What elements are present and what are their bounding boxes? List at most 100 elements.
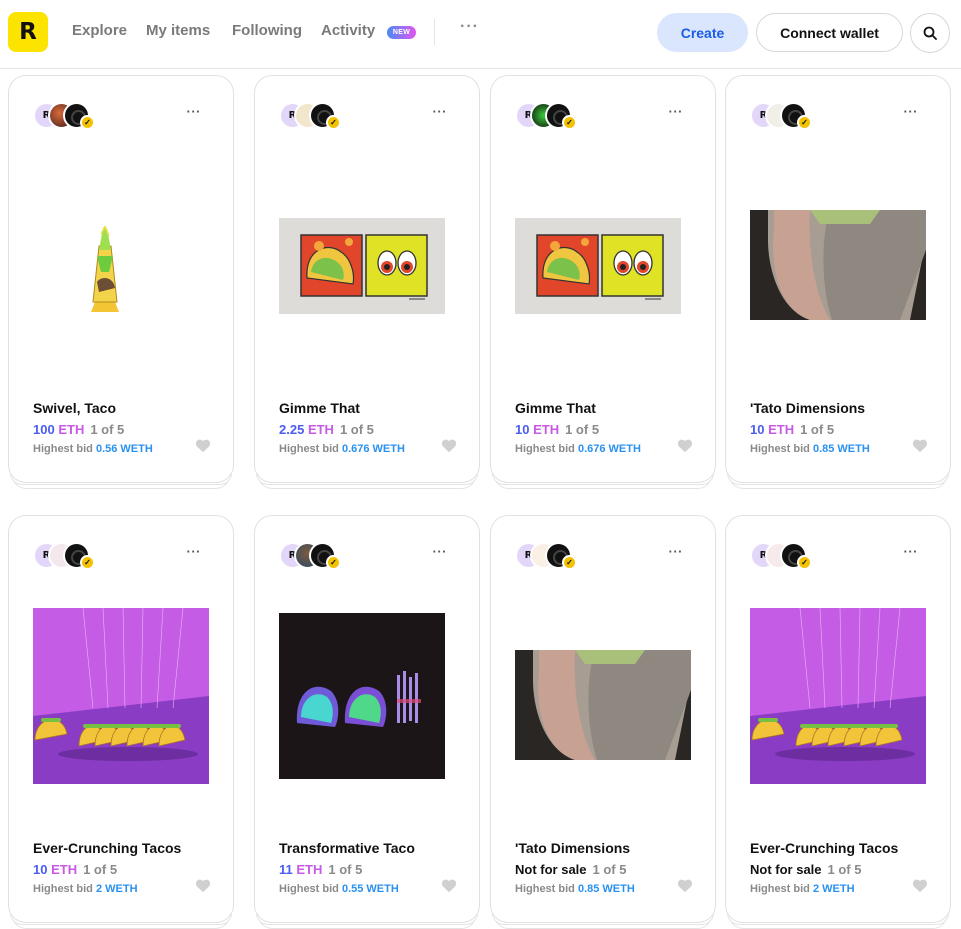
creator-avatars: R ✓ — [515, 542, 615, 570]
more-menu-icon[interactable]: ··· — [460, 18, 479, 36]
bid-value: 0.676 WETH — [341, 443, 405, 455]
price-value: 10 — [33, 862, 48, 877]
edition-count: 1 of 5 — [328, 862, 363, 877]
card-more-menu-icon[interactable]: ··· — [187, 544, 202, 559]
price-unit: ETH — [296, 862, 323, 877]
card-more-menu-icon[interactable]: ··· — [433, 104, 448, 119]
like-heart-icon[interactable] — [441, 878, 457, 893]
card-more-menu-icon[interactable]: ··· — [904, 544, 919, 559]
nft-card-body[interactable]: R ✓ ··· Ever-Crunching Tacos Not for sal… — [725, 515, 951, 923]
nft-thumbnail[interactable] — [279, 613, 445, 779]
nft-thumbnail[interactable] — [279, 218, 445, 314]
creator-avatars: R ✓ — [515, 102, 615, 130]
bid-label: Highest bid — [279, 443, 339, 455]
search-icon — [923, 26, 937, 40]
verified-check-icon: ✓ — [562, 555, 577, 570]
nav-activity[interactable]: Activity — [321, 22, 375, 39]
like-heart-icon[interactable] — [441, 438, 457, 453]
nft-card-body[interactable]: R ✓ ··· Swivel, Taco 100 ETH 1 of 5 Highe… — [8, 75, 234, 483]
bid-value: 2 WETH — [95, 883, 138, 895]
price-unit: ETH — [533, 422, 560, 437]
nft-card-body[interactable]: R ✓ ··· 'Tato Dimensions 10 ETH 1 of 5 Hi… — [725, 75, 951, 483]
nft-card[interactable]: R ✓ ··· Gimme That 10 ETH 1 of 5 Highest … — [490, 75, 716, 489]
like-heart-icon[interactable] — [912, 438, 928, 453]
bid-value: 0.55 WETH — [341, 883, 399, 895]
nav-divider — [434, 19, 435, 45]
nft-card-body[interactable]: R ✓ ··· 'Tato Dimensions Not for sale 1 o… — [490, 515, 716, 923]
nft-thumbnail[interactable] — [750, 608, 926, 784]
rarible-logo[interactable]: R — [8, 12, 48, 52]
like-heart-icon[interactable] — [677, 438, 693, 453]
card-more-menu-icon[interactable]: ··· — [669, 544, 684, 559]
price-unit: ETH — [768, 422, 795, 437]
search-button[interactable] — [910, 13, 950, 53]
nav-explore[interactable]: Explore — [72, 22, 127, 39]
creator-avatars: R ✓ — [33, 542, 133, 570]
like-heart-icon[interactable] — [195, 438, 211, 453]
card-more-menu-icon[interactable]: ··· — [433, 544, 448, 559]
creator-avatars: R ✓ — [279, 102, 379, 130]
nft-card[interactable]: R ✓ ··· Ever-Crunching Tacos 10 ETH 1 of … — [8, 515, 234, 929]
nft-card[interactable]: R ✓ ··· Swivel, Taco 100 ETH 1 of 5 Highe… — [8, 75, 234, 489]
nft-title[interactable]: Ever-Crunching Tacos — [33, 840, 181, 856]
bid-row: Highest bid 2 WETH — [750, 883, 855, 895]
bid-value: 0.56 WETH — [95, 443, 153, 455]
edition-count: 1 of 5 — [800, 422, 835, 437]
card-more-menu-icon[interactable]: ··· — [904, 104, 919, 119]
nft-title[interactable]: Ever-Crunching Tacos — [750, 840, 898, 856]
nft-card[interactable]: R ✓ ··· 'Tato Dimensions Not for sale 1 o… — [490, 515, 716, 929]
nft-thumbnail[interactable] — [515, 650, 691, 760]
bid-row: Highest bid 2 WETH — [33, 883, 138, 895]
nft-card-body[interactable]: R ✓ ··· Ever-Crunching Tacos 10 ETH 1 of … — [8, 515, 234, 923]
logo-letter: R — [19, 18, 37, 45]
verified-check-icon: ✓ — [326, 555, 341, 570]
price-row: 10 ETH 1 of 5 — [33, 862, 117, 877]
nft-thumbnail[interactable] — [33, 608, 209, 784]
nft-card[interactable]: R ✓ ··· Transformative Taco 11 ETH 1 of 5… — [254, 515, 480, 929]
nft-card-body[interactable]: R ✓ ··· Transformative Taco 11 ETH 1 of 5… — [254, 515, 480, 923]
like-heart-icon[interactable] — [195, 878, 211, 893]
verified-check-icon: ✓ — [562, 115, 577, 130]
price-row: 2.25 ETH 1 of 5 — [279, 422, 374, 437]
nft-title[interactable]: 'Tato Dimensions — [750, 400, 865, 416]
verified-check-icon: ✓ — [80, 115, 95, 130]
bid-label: Highest bid — [33, 443, 93, 455]
create-button[interactable]: Create — [657, 13, 748, 52]
nft-title[interactable]: Swivel, Taco — [33, 400, 116, 416]
nft-title[interactable]: 'Tato Dimensions — [515, 840, 630, 856]
nft-card[interactable]: R ✓ ··· Ever-Crunching Tacos Not for sal… — [725, 515, 951, 929]
edition-count: 1 of 5 — [90, 422, 125, 437]
nft-title[interactable]: Gimme That — [515, 400, 596, 416]
not-for-sale-label: Not for sale — [515, 862, 587, 877]
card-more-menu-icon[interactable]: ··· — [187, 104, 202, 119]
nft-thumbnail[interactable] — [750, 210, 926, 320]
nft-title[interactable]: Transformative Taco — [279, 840, 415, 856]
bid-row: Highest bid 0.56 WETH — [33, 443, 153, 455]
bid-value: 0.85 WETH — [577, 883, 635, 895]
price-row: Not for sale 1 of 5 — [515, 862, 626, 877]
price-unit: ETH — [58, 422, 85, 437]
nft-card-body[interactable]: R ✓ ··· Gimme That 10 ETH 1 of 5 Highest … — [490, 75, 716, 483]
bid-row: Highest bid 0.85 WETH — [515, 883, 635, 895]
edition-count: 1 of 5 — [565, 422, 600, 437]
like-heart-icon[interactable] — [677, 878, 693, 893]
nft-title[interactable]: Gimme That — [279, 400, 360, 416]
nft-thumbnail[interactable] — [515, 218, 681, 314]
price-row: Not for sale 1 of 5 — [750, 862, 861, 877]
nav-following[interactable]: Following — [232, 22, 302, 39]
connect-wallet-button[interactable]: Connect wallet — [756, 13, 903, 52]
bid-row: Highest bid 0.676 WETH — [515, 443, 641, 455]
price-value: 11 — [279, 862, 293, 877]
creator-avatars: R ✓ — [279, 542, 379, 570]
nft-card[interactable]: R ✓ ··· 'Tato Dimensions 10 ETH 1 of 5 Hi… — [725, 75, 951, 489]
bid-row: Highest bid 0.676 WETH — [279, 443, 405, 455]
card-more-menu-icon[interactable]: ··· — [669, 104, 684, 119]
nft-card[interactable]: R ✓ ··· Gimme That 2.25 ETH 1 of 5 Highes… — [254, 75, 480, 489]
nft-thumbnail[interactable] — [85, 226, 125, 316]
nav-my-items[interactable]: My items — [146, 22, 210, 39]
like-heart-icon[interactable] — [912, 878, 928, 893]
price-value: 10 — [515, 422, 530, 437]
verified-check-icon: ✓ — [326, 115, 341, 130]
bid-row: Highest bid 0.85 WETH — [750, 443, 870, 455]
nft-card-body[interactable]: R ✓ ··· Gimme That 2.25 ETH 1 of 5 Highes… — [254, 75, 480, 483]
